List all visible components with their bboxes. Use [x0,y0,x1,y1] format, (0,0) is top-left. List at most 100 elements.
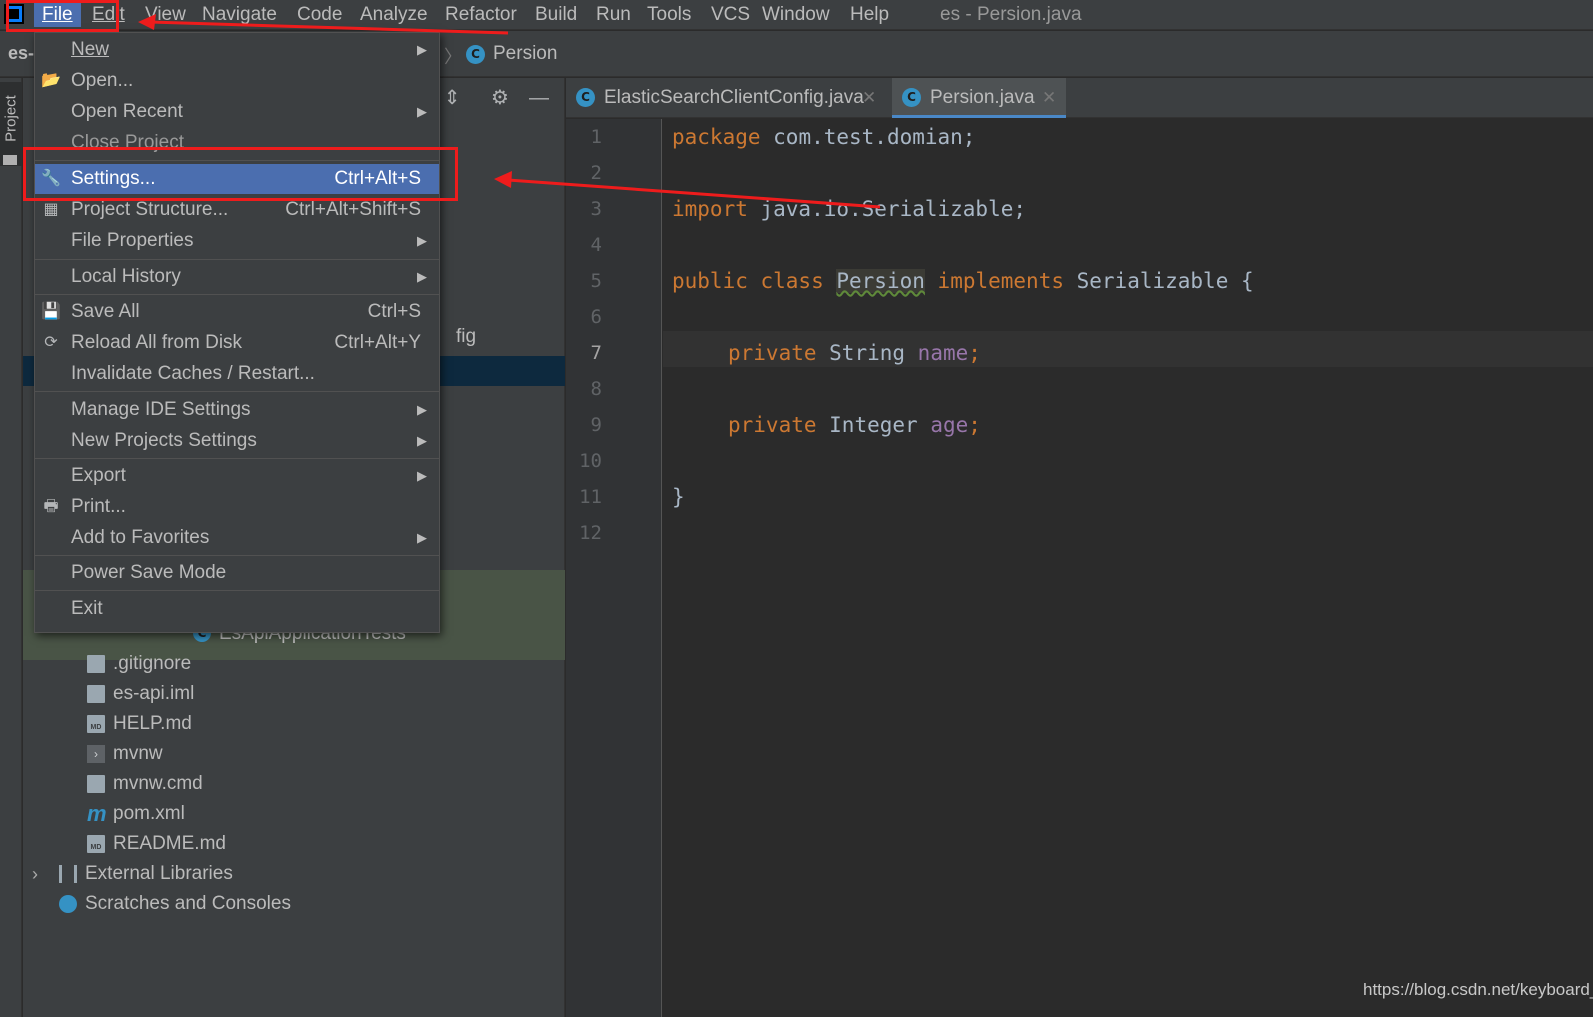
watermark-url: https://blog.csdn.net/keyboard_ [1363,980,1593,999]
line-number: 6 [590,306,602,328]
chevron-right-icon[interactable]: › [32,860,38,888]
menu-item-print[interactable]: 🖶 Print... [35,492,439,522]
menu-run[interactable]: Run [594,3,633,27]
menu-help[interactable]: Help [848,3,891,27]
line-number: 3 [590,198,602,220]
collapse-all-icon[interactable]: ⇕ [441,87,463,109]
project-tool-label[interactable]: Project [3,83,20,155]
project-breadcrumb[interactable]: es- [8,43,34,64]
line-number: 1 [590,126,602,148]
submenu-arrow-icon: ▶ [417,42,427,57]
line-number-gutter: 1 2 3 4 5 6 7 8 9 10 11 12 [566,119,662,1017]
menu-separator [35,391,439,392]
library-icon [59,865,77,883]
menu-window[interactable]: Window [760,3,832,27]
breadcrumb-separator-icon: 〉 [444,47,462,67]
menu-item-new-projects-settings[interactable]: New Projects Settings ▶ [35,426,439,456]
breadcrumb-persion[interactable]: Persion [493,43,557,65]
submenu-arrow-icon: ▶ [417,269,427,284]
menu-item-export[interactable]: Export ▶ [35,461,439,491]
menu-item-add-to-favorites[interactable]: Add to Favorites ▶ [35,523,439,553]
class-icon: C [902,88,921,107]
menu-item-power-save-mode[interactable]: Power Save Mode [35,558,439,588]
menu-navigate[interactable]: Navigate [200,3,279,27]
submenu-arrow-icon: ▶ [417,468,427,483]
gitignore-icon [87,655,105,673]
menu-refactor[interactable]: Refactor [443,3,519,27]
line-number: 10 [579,450,602,472]
menu-item-open-recent[interactable]: Open Recent ▶ [35,97,439,127]
menu-item-manage-ide-settings[interactable]: Manage IDE Settings ▶ [35,395,439,425]
menu-item-local-history[interactable]: Local History ▶ [35,262,439,292]
menu-bar: File Edit View Navigate Code Analyze Ref… [0,0,1593,30]
left-tool-strip [0,78,22,1017]
line-number: 8 [590,378,602,400]
submenu-arrow-icon: ▶ [417,402,427,417]
close-icon[interactable]: ✕ [1042,78,1056,118]
folder-open-icon: 📂 [41,72,61,89]
markdown-icon: MD [87,715,105,733]
submenu-arrow-icon: ▶ [417,233,427,248]
line-number: 9 [590,414,602,436]
markdown-icon: MD [87,835,105,853]
iml-icon [87,685,105,703]
menu-build[interactable]: Build [533,3,579,27]
ide-window: File Edit View Navigate Code Analyze Ref… [0,0,1593,1017]
code-line-9: private Integer age; [728,413,981,437]
printer-icon: 🖶 [43,498,59,515]
menu-item-file-properties[interactable]: File Properties ▶ [35,226,439,256]
gear-icon[interactable]: ⚙ [489,87,511,109]
menu-item-open[interactable]: 📂 Open... [35,66,439,96]
menu-view[interactable]: View [143,3,188,27]
shell-icon: › [87,745,105,763]
code-line-7: private String name; [728,341,981,365]
menu-tools[interactable]: Tools [645,3,693,27]
submenu-arrow-icon: ▶ [417,104,427,119]
menu-separator [35,294,439,295]
code-editor[interactable]: 1 2 3 4 5 6 7 8 9 10 11 12 package com.t… [566,119,1593,1017]
line-number-current: 7 [590,342,602,364]
menu-item-invalidate-caches[interactable]: Invalidate Caches / Restart... [35,359,439,389]
menu-item-reload-all[interactable]: ⟳ Reload All from Disk Ctrl+Alt+Y [35,328,439,358]
editor-tab-bar: C ElasticSearchClientConfig.java ✕ C Per… [566,78,1593,118]
refresh-icon: ⟳ [44,334,58,351]
menu-vcs[interactable]: VCS [709,3,752,27]
window-title: es - Persion.java [940,4,1082,25]
project-structure-icon: ▦ [43,201,59,218]
maven-icon: m [87,801,107,826]
file-menu-dropdown: New ▶ 📂 Open... Open Recent ▶ Close Proj… [34,32,440,633]
class-icon: C [576,88,595,107]
folder-icon [3,155,17,165]
close-icon[interactable]: ✕ [862,78,876,118]
line-number: 11 [579,486,602,508]
tree-item-config-fragment[interactable]: fig [456,326,476,348]
save-icon: 💾 [41,303,61,320]
annotation-box-file [6,0,119,32]
line-number: 2 [590,162,602,184]
annotation-box-settings [23,147,458,201]
file-icon [87,775,105,793]
menu-item-exit[interactable]: Exit [35,594,439,624]
menu-separator [35,590,439,591]
tab-elasticsearch-config[interactable]: C ElasticSearchClientConfig.java ✕ [566,78,884,118]
code-line-1: package com.test.domian; [672,125,976,149]
line-number: 4 [590,234,602,256]
tab-persion-java[interactable]: C Persion.java ✕ [892,78,1066,118]
code-line-11: } [672,485,685,509]
line-number: 5 [590,270,602,292]
class-icon: C [466,45,485,64]
menu-code[interactable]: Code [295,3,344,27]
code-line-3: import java.io.Serializable; [672,197,1027,221]
code-line-5: public class Persion implements Serializ… [672,269,1254,293]
menu-separator [35,458,439,459]
menu-item-save-all[interactable]: 💾 Save All Ctrl+S [35,297,439,327]
menu-item-new[interactable]: New ▶ [35,35,439,65]
submenu-arrow-icon: ▶ [417,530,427,545]
menu-separator [35,555,439,556]
menu-analyze[interactable]: Analyze [358,3,430,27]
minimize-icon[interactable]: — [528,87,550,109]
menu-separator [35,259,439,260]
line-number: 12 [579,522,602,544]
scratches-icon [59,895,77,913]
submenu-arrow-icon: ▶ [417,433,427,448]
